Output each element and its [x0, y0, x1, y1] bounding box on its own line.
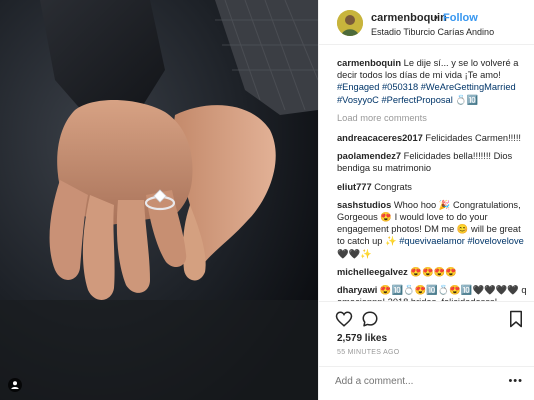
- add-comment-input[interactable]: [335, 376, 495, 387]
- likes-count[interactable]: 2,579 likes: [337, 333, 387, 344]
- engagement-ring-hands-image: [0, 0, 318, 400]
- follow-button[interactable]: Follow: [443, 12, 478, 24]
- comment-item: andreacaceres2017 Felicidades Carmen!!!!…: [337, 132, 527, 144]
- comments-list[interactable]: carmenboquin Le dije sí... y se lo volve…: [337, 57, 527, 301]
- comment-username[interactable]: sashstudios: [337, 200, 391, 210]
- comment-text: 😍😍😍😍: [410, 266, 457, 277]
- comment-item: dharyawi 😍🔟💍😍🔟💍😍🔟🖤🖤🖤🖤 q emocionnn! 2018 …: [337, 284, 527, 301]
- caption-hashtags[interactable]: #Engaged #050318 #WeAreGettingMarried #V…: [337, 82, 516, 104]
- comment-username[interactable]: michelleegalvez: [337, 267, 408, 277]
- person-tag-icon[interactable]: [8, 378, 22, 392]
- comment-bubble-icon[interactable]: [361, 310, 379, 333]
- caption-username[interactable]: carmenboquin: [337, 58, 401, 68]
- comment-item: paolamendez7 Felicidades bella!!!!!!! Di…: [337, 150, 527, 174]
- post-sidebar: carmenboquin • Follow Estadio Tiburcio C…: [318, 0, 534, 400]
- comment-text: Congrats: [374, 181, 412, 192]
- instagram-post-window: carmenboquin • Follow Estadio Tiburcio C…: [0, 0, 534, 400]
- heart-icon[interactable]: [335, 310, 353, 333]
- comment-hashtags[interactable]: #quevivaelamor #lovelovelove: [399, 236, 524, 246]
- avatar[interactable]: [337, 10, 363, 36]
- comment-item: sashstudios Whoo hoo 🎉 Congratulations, …: [337, 199, 527, 260]
- comment-text: Felicidades Carmen!!!!!: [425, 133, 521, 144]
- comment-username[interactable]: andreacaceres2017: [337, 133, 423, 143]
- more-options-icon[interactable]: •••: [508, 375, 523, 387]
- separator-dot: •: [434, 12, 438, 24]
- comment-username[interactable]: eliut777: [337, 182, 372, 192]
- action-bar: [319, 301, 534, 328]
- bookmark-icon[interactable]: [509, 310, 523, 333]
- post-photo[interactable]: [0, 0, 318, 400]
- post-timestamp[interactable]: 55 MINUTES AGO: [337, 349, 400, 356]
- comment-username[interactable]: dharyawi: [337, 285, 377, 295]
- add-comment-bar: •••: [319, 366, 534, 400]
- caption: carmenboquin Le dije sí... y se lo volve…: [337, 57, 527, 106]
- comment-item: eliut777 Congrats: [337, 181, 527, 193]
- comment-emoji: 🖤🖤✨: [337, 248, 372, 259]
- comment-item: michelleegalvez 😍😍😍😍: [337, 266, 527, 278]
- post-header: carmenboquin • Follow Estadio Tiburcio C…: [319, 0, 534, 45]
- load-more-comments-link[interactable]: Load more comments: [337, 112, 527, 124]
- comment-username[interactable]: paolamendez7: [337, 151, 401, 161]
- caption-emoji: 💍🔟: [455, 94, 479, 105]
- post-location[interactable]: Estadio Tiburcio Carías Andino: [371, 27, 494, 37]
